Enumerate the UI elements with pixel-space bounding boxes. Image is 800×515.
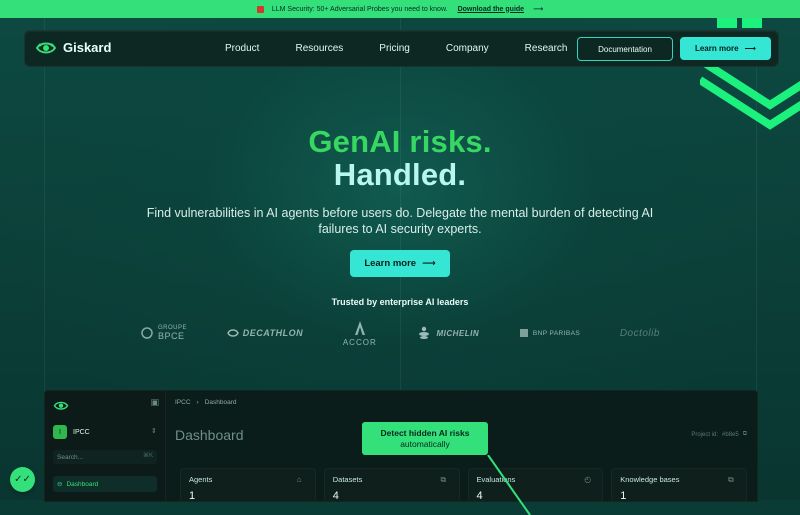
download-guide-link[interactable]: Download the guide: [458, 6, 525, 13]
sidebar-item-label: Dashboard: [66, 480, 99, 488]
accor-mark-icon: [354, 320, 365, 335]
nav-research[interactable]: Research: [525, 43, 568, 54]
decathlon-text: DECATHLON: [242, 328, 304, 338]
bpce-bottom-text: BPCE: [158, 331, 185, 341]
card-label: Knowledge bases: [620, 475, 680, 484]
trusted-label: Trusted by enterprise AI leaders: [331, 297, 469, 307]
dashboard-cards: Agents 1 ⌂ Datasets 4 ⧉ Evaluations 4 ◴ …: [180, 468, 747, 502]
main-navbar: Giskard Product Resources Pricing Compan…: [24, 30, 779, 67]
doctolib-logo: Doctolib: [620, 328, 660, 339]
nav-menu: Product Resources Pricing Company Resear…: [225, 31, 567, 66]
chevron-right-icon: ›: [196, 399, 199, 406]
arrow-right-icon: ⟶: [744, 44, 757, 53]
bpce-mark-icon: [141, 327, 153, 339]
callout-connector: [487, 455, 531, 515]
documentation-button[interactable]: Documentation: [577, 37, 673, 61]
card-label: Agents: [189, 475, 213, 484]
org-avatar: I: [53, 425, 67, 439]
project-id: Project id: #b8e5 ⧉: [691, 431, 747, 438]
callout-line2: automatically: [400, 438, 450, 449]
search-placeholder: Search...: [57, 453, 84, 461]
bnp-mark-icon: [519, 329, 528, 337]
breadcrumb-dashboard[interactable]: Dashboard: [205, 399, 237, 406]
callout-line1: Detect hidden AI risks: [380, 427, 470, 438]
accor-text: ACCOR: [342, 337, 377, 347]
search-shortcut: ⌘K: [142, 453, 153, 459]
client-logos: GROUPE BPCE DECATHLON ACCOR MICHELIN BNP…: [140, 318, 660, 348]
sidebar-toggle-icon[interactable]: ▣: [150, 397, 159, 408]
org-name: IPCC: [73, 428, 90, 436]
bnp-text: BNP PARIBAS: [532, 329, 581, 337]
hero-title-line2: Handled.: [333, 157, 467, 192]
arrow-right-icon: ⟶: [533, 6, 544, 13]
dashboard-title: Dashboard: [175, 427, 244, 443]
evaluations-icon: ◴: [584, 475, 592, 484]
dashboard-sidebar: ▣ I IPCC ⇕ Search... ⌘K ⊖ Dashboard: [45, 391, 166, 501]
sidebar-search-input[interactable]: Search... ⌘K: [53, 450, 157, 464]
nav-company[interactable]: Company: [446, 43, 489, 54]
brand-logo[interactable]: Giskard: [35, 39, 111, 55]
learn-more-label: Learn more: [694, 44, 739, 53]
michelin-text: MICHELIN: [436, 328, 480, 338]
card-label: Datasets: [332, 475, 363, 484]
check-double-icon[interactable]: ✓✓: [10, 467, 35, 492]
book-icon: [256, 5, 264, 13]
giskard-logo-icon: [35, 42, 57, 54]
sidebar-item-dashboard[interactable]: ⊖ Dashboard: [53, 476, 157, 492]
agents-icon: ⌂: [296, 475, 302, 484]
card-value: 1: [189, 490, 196, 502]
doctolib-text: Doctolib: [619, 327, 660, 339]
card-value: 4: [332, 490, 339, 502]
card-agents[interactable]: Agents 1 ⌂: [180, 468, 316, 502]
feature-callout: Detect hidden AI risks automatically: [362, 422, 488, 455]
michelin-man-icon: [419, 326, 430, 339]
bpce-logo: GROUPE BPCE: [140, 325, 187, 341]
card-knowledge-bases[interactable]: Knowledge bases 1 ⧉: [611, 468, 747, 502]
card-datasets[interactable]: Datasets 4 ⧉: [323, 468, 460, 502]
arrow-right-icon: ⟶: [422, 258, 436, 269]
decathlon-logo: DECATHLON: [226, 328, 304, 338]
dashboard-icon: ⊖: [57, 481, 63, 488]
decorative-block: [742, 18, 762, 28]
decathlon-mark-icon: [226, 329, 239, 337]
breadcrumb: IPCC › Dashboard: [175, 399, 237, 406]
nav-resources[interactable]: Resources: [295, 43, 343, 54]
copy-icon[interactable]: ⧉: [743, 431, 747, 438]
hero-title-line1: GenAI risks.: [308, 124, 492, 159]
hero-cta-label: Learn more: [364, 258, 417, 269]
project-id-label: Project id:: [691, 431, 719, 438]
chevron-updown-icon: ⇕: [151, 428, 157, 435]
announcement-banner: LLM Security: 50+ Adversarial Probes you…: [0, 0, 800, 18]
brand-name: Giskard: [63, 39, 112, 55]
project-id-value: #b8e5: [722, 431, 739, 438]
accor-logo: ACCOR: [343, 320, 377, 347]
card-value: 1: [620, 490, 627, 502]
michelin-logo: MICHELIN: [416, 326, 479, 340]
hero-subtitle: Find vulnerabilities in AI agents before…: [146, 206, 654, 236]
datasets-icon: ⧉: [440, 475, 447, 484]
breadcrumb-org[interactable]: IPCC: [175, 399, 191, 406]
nav-pricing[interactable]: Pricing: [379, 43, 410, 54]
knowledge-icon: ⧉: [728, 475, 734, 484]
decorative-block: [717, 18, 737, 28]
nav-product[interactable]: Product: [225, 43, 259, 54]
bnp-paribas-logo: BNP PARIBAS: [519, 328, 580, 338]
banner-text: LLM Security: 50+ Adversarial Probes you…: [271, 5, 448, 13]
org-switcher[interactable]: I IPCC ⇕: [53, 425, 157, 439]
giskard-logo-icon: [53, 401, 69, 410]
hero-learn-more-button[interactable]: Learn more ⟶: [350, 250, 450, 277]
nav-learn-more-button[interactable]: Learn more ⟶: [680, 37, 771, 60]
documentation-label: Documentation: [598, 44, 652, 54]
